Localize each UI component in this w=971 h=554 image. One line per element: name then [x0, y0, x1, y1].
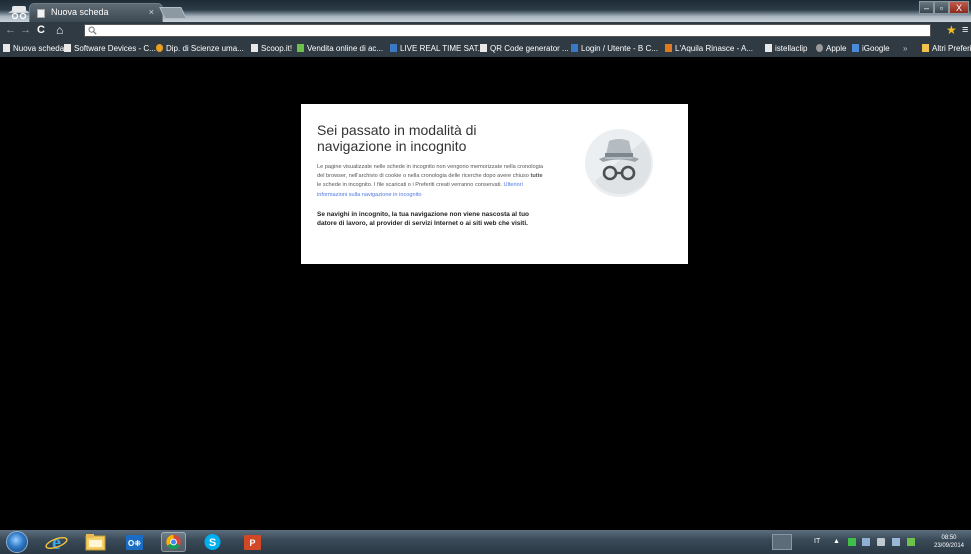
apple-icon	[816, 44, 823, 52]
clock-date: 23/09/2014	[933, 543, 965, 549]
forward-button[interactable]: →	[20, 24, 31, 37]
bookmark-item[interactable]: L'Aquila Rinasce - A...	[665, 43, 753, 55]
tray-app-icon[interactable]	[848, 538, 856, 546]
browser-toolbar: ← → C ⌂ ★ ≡	[0, 22, 971, 39]
login-icon	[571, 44, 578, 52]
svg-text:S: S	[209, 537, 216, 549]
bookmark-item[interactable]: Login / Utente - B C...	[571, 43, 658, 55]
tab-strip: Nuova scheda × – ▫ X	[0, 0, 971, 22]
folder-icon	[922, 44, 929, 52]
tab-title: Nuova scheda	[51, 7, 109, 17]
shop-icon	[297, 44, 304, 52]
chrome-icon[interactable]	[161, 532, 186, 552]
close-window-button[interactable]: X	[949, 1, 969, 14]
incognito-card: Sei passato in modalità di navigazione i…	[301, 104, 688, 264]
page-content: Sei passato in modalità di navigazione i…	[0, 57, 971, 530]
page-icon	[251, 44, 258, 52]
pen-input-icon[interactable]	[772, 534, 792, 550]
chrome-menu-icon[interactable]: ≡	[962, 24, 968, 37]
globe-icon	[156, 44, 163, 52]
home-button[interactable]: ⌂	[56, 24, 63, 37]
bookmark-item[interactable]: Vendita online di ac...	[297, 43, 383, 55]
incognito-spy-icon	[585, 129, 653, 197]
page-icon	[3, 44, 10, 52]
minimize-button[interactable]: –	[919, 1, 934, 14]
laquila-icon	[665, 44, 672, 52]
incognito-title: Sei passato in modalità di navigazione i…	[317, 122, 477, 154]
igoogle-icon	[852, 44, 859, 52]
bookmark-item[interactable]: Dip. di Scienze uma...	[156, 43, 244, 55]
svg-text:e: e	[52, 532, 61, 552]
page-icon	[765, 44, 772, 52]
bookmarks-bar: Nuova scheda Software Devices - C... Dip…	[0, 39, 971, 57]
system-clock[interactable]: 08:50 23/09/2014	[931, 534, 967, 550]
tab-nuova-scheda[interactable]: Nuova scheda ×	[29, 3, 163, 22]
bookmark-item[interactable]: Scoop.it!	[251, 43, 292, 55]
maximize-button[interactable]: ▫	[934, 1, 949, 14]
antivirus-icon[interactable]	[907, 538, 915, 546]
show-hidden-icons-button[interactable]: ▲	[833, 538, 840, 545]
network-icon[interactable]	[862, 538, 870, 546]
language-indicator[interactable]: IT	[814, 538, 820, 545]
tab-close-icon[interactable]: ×	[149, 7, 154, 17]
skype-icon[interactable]: S	[200, 532, 225, 552]
search-icon	[88, 26, 97, 35]
satellite-icon	[390, 44, 397, 52]
volume-icon[interactable]	[877, 538, 885, 546]
page-icon	[480, 44, 487, 52]
windows-explorer-icon[interactable]	[83, 532, 108, 552]
page-icon	[37, 9, 45, 18]
outlook-icon[interactable]: O⁜	[122, 532, 147, 552]
window-controls: – ▫ X	[919, 1, 969, 15]
new-tab-button[interactable]	[159, 7, 187, 19]
bookmark-star-icon[interactable]: ★	[946, 24, 957, 37]
start-button[interactable]	[6, 531, 28, 553]
bookmark-item[interactable]: Software Devices - C...	[64, 43, 156, 55]
svg-text:O⁜: O⁜	[128, 539, 141, 548]
bookmark-folder-altri-preferiti[interactable]: Altri Preferiti	[922, 43, 971, 55]
bookmark-item[interactable]: iGoogle	[852, 43, 890, 55]
omnibox[interactable]	[84, 24, 931, 37]
clock-time: 08:50	[941, 535, 957, 541]
bookmark-item[interactable]: QR Code generator ...	[480, 43, 569, 55]
bookmark-item[interactable]: istellaclip	[765, 43, 807, 55]
bookmarks-overflow-button[interactable]: »	[903, 43, 907, 55]
address-input[interactable]	[99, 25, 919, 36]
bookmark-item[interactable]: LIVE REAL TIME SAT...	[390, 43, 484, 55]
page-icon	[64, 44, 71, 52]
bookmark-item[interactable]: Nuova scheda	[3, 43, 64, 55]
bookmark-item[interactable]: Apple	[816, 43, 846, 55]
svg-text:P: P	[249, 538, 255, 548]
powerpoint-icon[interactable]: P	[240, 532, 265, 552]
incognito-warning: Se navighi in incognito, la tua navigazi…	[317, 210, 530, 228]
action-center-icon[interactable]	[892, 538, 900, 546]
incognito-description: Le pagine visualizzate nelle schede in i…	[317, 164, 544, 198]
back-button[interactable]: ←	[5, 24, 16, 37]
windows-taskbar: e O⁜ S P IT ▲ 08:50 23/09/2014	[0, 530, 971, 554]
reload-button[interactable]: C	[37, 24, 45, 37]
internet-explorer-icon[interactable]: e	[44, 532, 69, 552]
